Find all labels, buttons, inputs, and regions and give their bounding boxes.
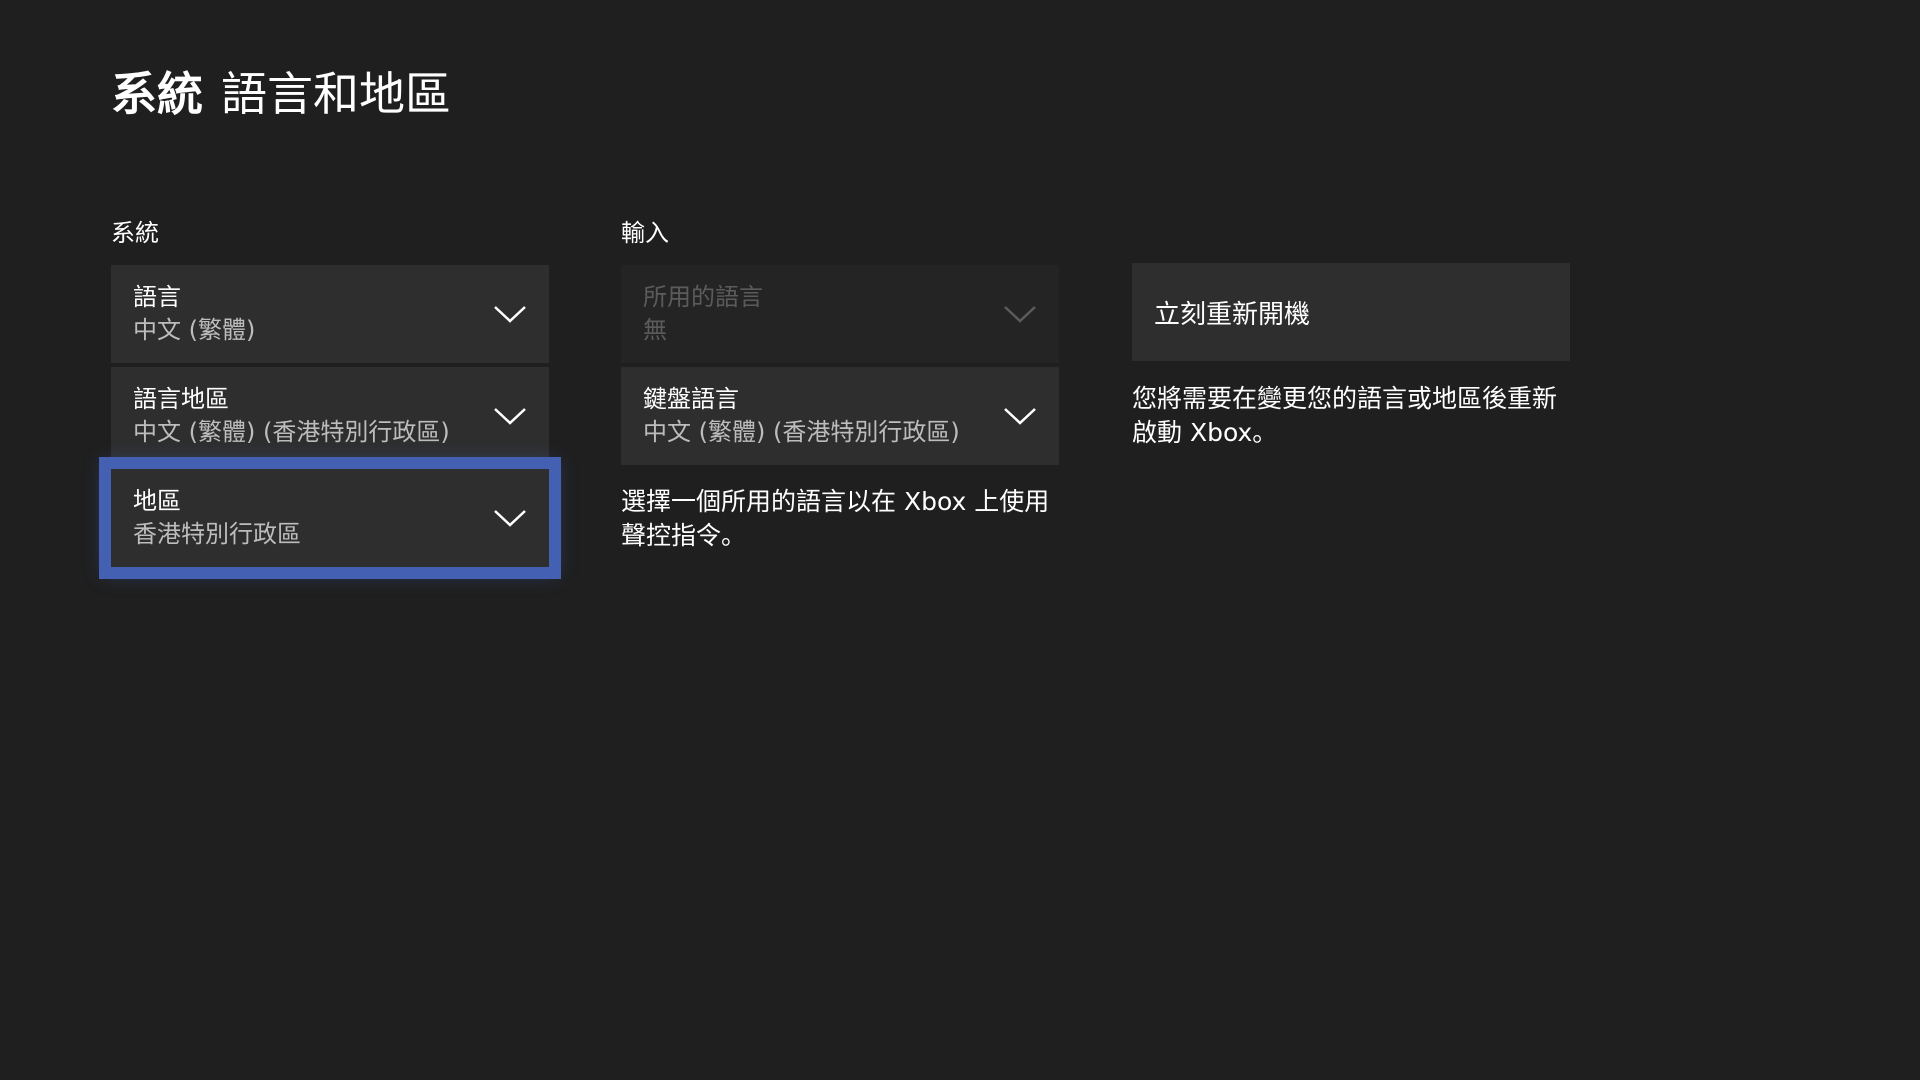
restart-description: 您將需要在變更您的語言或地區後重新啟動 Xbox。	[1132, 384, 1558, 447]
page-title: 系統 語言和地區	[111, 64, 451, 124]
chevron-down-icon	[494, 306, 526, 323]
dropdown-value: 香港特別行政區	[133, 520, 301, 548]
dropdown-value: 中文 (繁體) (香港特別行政區)	[643, 418, 960, 446]
chevron-down-icon	[1004, 408, 1036, 425]
chevron-down-icon	[494, 510, 526, 527]
keyboard-language-dropdown[interactable]: 鍵盤語言 中文 (繁體) (香港特別行政區)	[621, 367, 1059, 465]
restart-now-button[interactable]: 立刻重新開機	[1132, 263, 1570, 361]
page-title-section: 系統	[111, 67, 203, 121]
dropdown-label: 鍵盤語言	[643, 385, 739, 413]
language-region-dropdown[interactable]: 語言地區 中文 (繁體) (香港特別行政區)	[111, 367, 549, 465]
page-title-page: 語言和地區	[221, 67, 451, 121]
language-dropdown[interactable]: 語言 中文 (繁體)	[111, 265, 549, 363]
dropdown-value: 無	[643, 316, 667, 344]
settings-page: 系統 語言和地區 系統 語言 中文 (繁體) 語言地區 中文 (繁體) (香港特…	[0, 0, 1920, 1080]
dropdown-value: 中文 (繁體) (香港特別行政區)	[133, 418, 450, 446]
system-column-heading: 系統	[111, 219, 159, 247]
dropdown-label: 所用的語言	[643, 283, 763, 311]
chevron-down-icon	[1004, 306, 1036, 323]
spoken-language-description: 選擇一個所用的語言以在 Xbox 上使用聲控指令。	[621, 487, 1050, 550]
dropdown-label: 語言地區	[133, 385, 229, 413]
dropdown-label: 地區	[133, 487, 181, 515]
spoken-language-dropdown: 所用的語言 無	[621, 265, 1059, 363]
chevron-down-icon	[494, 408, 526, 425]
region-dropdown[interactable]: 地區 香港特別行政區	[99, 457, 561, 579]
input-column-heading: 輸入	[621, 219, 669, 247]
dropdown-label: 語言	[133, 283, 181, 311]
dropdown-value: 中文 (繁體)	[133, 316, 256, 344]
